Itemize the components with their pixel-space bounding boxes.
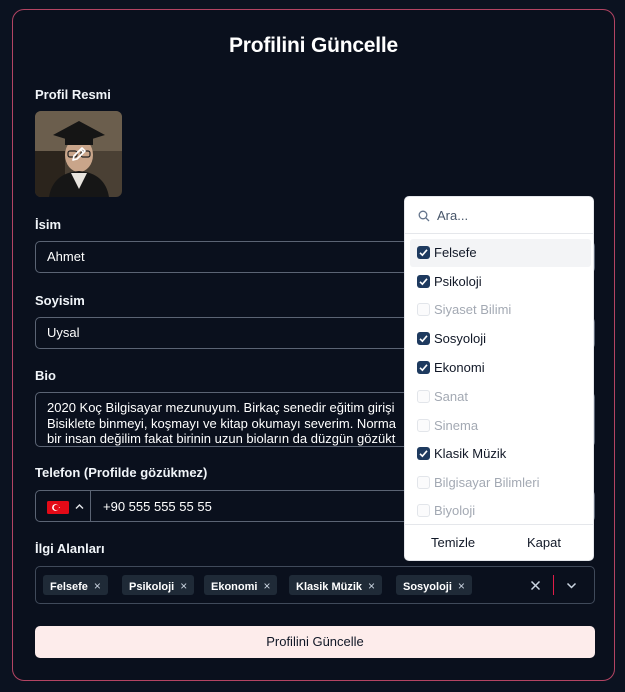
check-icon <box>419 450 428 458</box>
option-label: Ekonomi <box>434 360 485 375</box>
check-icon <box>419 364 428 372</box>
option-bilgisayar-bilimleri: Bilgisayar Bilimleri <box>410 469 591 497</box>
option-label: Sinema <box>434 418 479 433</box>
interests-multiselect[interactable]: Felsefe × Psikoloji × Ekonomi × Klasik Müzi… <box>35 566 595 604</box>
interests-label: İlgi Alanları <box>35 541 105 556</box>
tag-remove-icon[interactable]: × <box>368 579 375 593</box>
tag-label: Klasik Müzik <box>296 581 363 593</box>
search-icon <box>418 210 430 222</box>
tag-sosyoloji: Sosyoloji × <box>396 575 472 595</box>
tag-klasik-muzik: Klasik Müzik × <box>289 575 383 595</box>
option-siyaset-bilimi: Siyaset Bilimi <box>410 296 591 324</box>
tag-remove-icon[interactable]: × <box>458 579 465 593</box>
option-ekonomi[interactable]: Ekonomi <box>410 354 591 382</box>
option-biyoloji: Biyoloji <box>410 497 591 523</box>
tag-psikoloji: Psikoloji × <box>122 575 195 595</box>
avatar[interactable] <box>35 111 122 197</box>
divider <box>553 575 554 595</box>
name-label: İsim <box>35 217 62 232</box>
option-felsefe[interactable]: Felsefe <box>410 239 591 267</box>
bio-label: Bio <box>35 368 56 383</box>
option-sanat: Sanat <box>410 383 591 411</box>
checkbox-checked <box>417 447 430 460</box>
phone-label: Telefon (Profilde gözükmez) <box>35 465 208 480</box>
tag-label: Ekonomi <box>211 581 258 593</box>
turkey-flag-icon <box>47 501 69 514</box>
tag-remove-icon[interactable]: × <box>94 579 101 593</box>
page-title: Profilini Güncelle <box>228 34 399 57</box>
photo-label: Profil Resmi <box>35 87 111 102</box>
option-label: Sanat <box>434 389 468 404</box>
option-label: Bilgisayar Bilimleri <box>434 475 540 490</box>
option-label: Felsefe <box>434 245 477 260</box>
tag-remove-icon[interactable]: × <box>180 579 187 593</box>
dropdown-search-input[interactable]: Ara... <box>405 197 593 234</box>
check-icon <box>419 335 428 343</box>
tag-remove-icon[interactable]: × <box>263 579 270 593</box>
close-button[interactable]: Kapat <box>527 535 561 550</box>
option-psikoloji[interactable]: Psikoloji <box>410 268 591 296</box>
dropdown-footer: Temizle Kapat <box>405 524 593 560</box>
checkbox-disabled <box>417 303 430 316</box>
close-icon[interactable] <box>530 580 541 591</box>
interests-dropdown: Ara... Felsefe Psikoloji Siyaset Bilimi … <box>404 196 594 561</box>
option-label: Siyaset Bilimi <box>434 302 512 317</box>
checkbox-disabled <box>417 504 430 517</box>
checkbox-checked <box>417 275 430 288</box>
surname-label: Soyisim <box>35 293 85 308</box>
checkbox-disabled <box>417 419 430 432</box>
option-label: Sosyoloji <box>434 331 487 346</box>
option-sosyoloji[interactable]: Sosyoloji <box>410 325 591 353</box>
check-icon <box>419 249 428 257</box>
check-icon <box>419 278 428 286</box>
clear-button[interactable]: Temizle <box>431 535 475 550</box>
option-label: Psikoloji <box>434 274 482 289</box>
tag-felsefe: Felsefe × <box>43 575 108 595</box>
chevron-up-icon[interactable] <box>75 503 84 510</box>
option-sinema: Sinema <box>410 412 591 440</box>
tag-ekonomi: Ekonomi × <box>204 575 278 595</box>
chevron-down-icon[interactable] <box>566 582 577 590</box>
option-label: Klasik Müzik <box>434 446 507 461</box>
tag-label: Psikoloji <box>129 581 175 593</box>
checkbox-checked <box>417 332 430 345</box>
pencil-icon[interactable] <box>70 145 88 163</box>
tag-label: Felsefe <box>50 581 88 593</box>
checkbox-checked <box>417 361 430 374</box>
update-profile-button[interactable]: Profilini Güncelle <box>35 626 595 658</box>
option-label: Biyoloji <box>434 503 476 518</box>
checkbox-disabled <box>417 390 430 403</box>
country-selector[interactable] <box>35 490 91 522</box>
tag-label: Sosyoloji <box>403 581 452 593</box>
checkbox-checked <box>417 246 430 259</box>
checkbox-disabled <box>417 476 430 489</box>
option-klasik-muzik[interactable]: Klasik Müzik <box>410 440 591 468</box>
